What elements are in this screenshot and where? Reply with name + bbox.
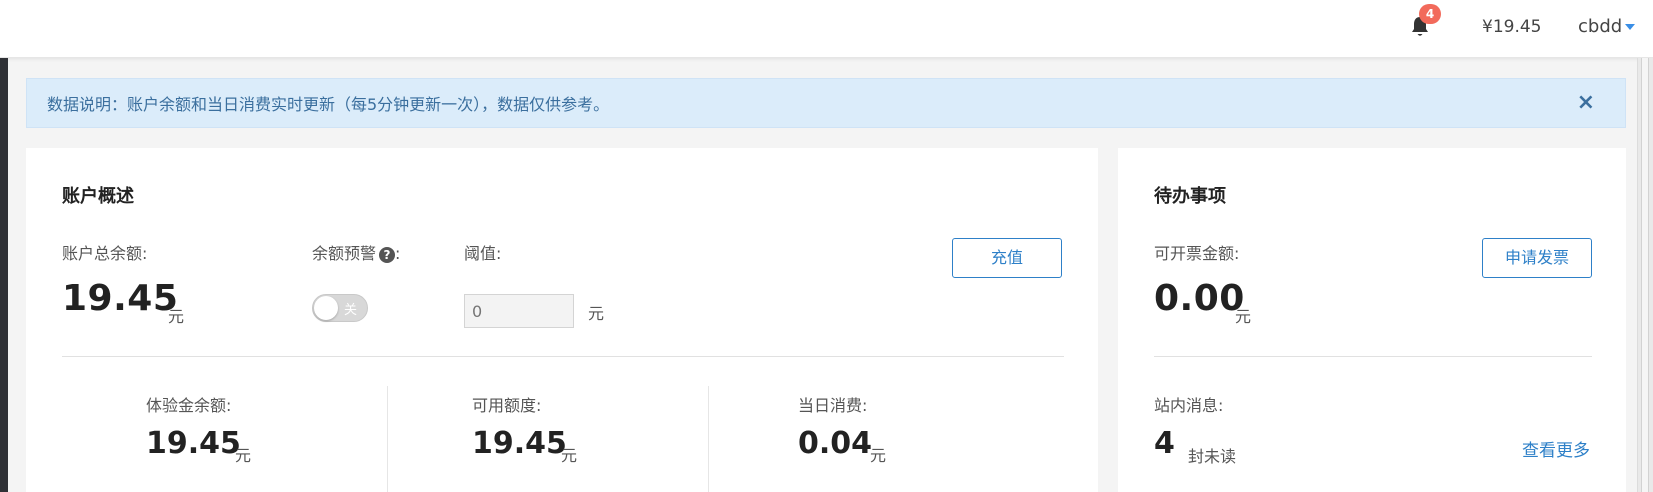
scrollbar-thumb[interactable]	[1641, 58, 1649, 492]
close-icon[interactable]: ×	[1577, 91, 1595, 115]
help-icon[interactable]: ?	[379, 246, 396, 263]
recharge-button[interactable]: 充值	[952, 238, 1062, 278]
toggle-knob	[314, 296, 338, 320]
threshold-label: 阈值:	[464, 244, 502, 263]
card-title: 待办事项	[1154, 186, 1226, 207]
alert-text: 数据说明：账户余额和当日消费实时更新（每5分钟更新一次），数据仅供参考。	[47, 95, 610, 114]
top-navbar: 4 ¥19.45 cbdd	[0, 0, 1653, 58]
caret-down-icon	[1625, 23, 1636, 30]
unread-count: 4	[1154, 426, 1175, 461]
todo-card: 待办事项 可开票金额: 0.00 元 申请发票 站内消息: 4 封未读 查看更多	[1118, 148, 1626, 492]
user-menu[interactable]: cbdd	[1578, 16, 1636, 37]
column-divider	[387, 386, 388, 492]
unit-label: 元	[1235, 307, 1252, 326]
invoice-amount-label: 可开票金额:	[1154, 244, 1240, 263]
unread-suffix: 封未读	[1188, 447, 1237, 466]
divider	[1154, 356, 1592, 357]
apply-invoice-button[interactable]: 申请发票	[1482, 238, 1592, 278]
column-divider	[708, 386, 709, 492]
unit-label: 元	[561, 446, 578, 465]
threshold-input[interactable]	[464, 294, 574, 328]
divider	[62, 356, 1064, 357]
header-balance: ¥19.45	[1482, 17, 1542, 37]
balance-alert-label: 余额预警?:	[312, 240, 400, 264]
username: cbdd	[1578, 16, 1623, 37]
messages-label: 站内消息:	[1154, 396, 1224, 415]
colon: :	[395, 244, 401, 263]
balance-alert-toggle[interactable]: 关	[312, 294, 368, 322]
scrollbar[interactable]	[1637, 58, 1653, 492]
unit-label: 元	[168, 307, 185, 326]
side-strip	[0, 58, 8, 492]
daily-spend-label: 当日消费:	[798, 396, 868, 415]
card-title: 账户概述	[62, 186, 134, 207]
trial-balance-label: 体验金余额:	[146, 396, 232, 415]
info-alert: 数据说明：账户余额和当日消费实时更新（每5分钟更新一次），数据仅供参考。 ×	[26, 78, 1626, 128]
unit-label: 元	[870, 446, 887, 465]
available-credit-label: 可用额度:	[472, 396, 542, 415]
balance-alert-text: 余额预警	[312, 244, 377, 263]
total-balance-value: 19.45	[62, 278, 179, 319]
invoice-amount-value: 0.00	[1154, 278, 1245, 319]
view-more-link[interactable]: 查看更多	[1522, 436, 1590, 461]
daily-spend-value: 0.04	[798, 426, 873, 461]
notification-badge[interactable]: 4	[1419, 4, 1441, 24]
available-credit-value: 19.45	[472, 426, 567, 461]
total-balance-label: 账户总余额:	[62, 244, 148, 263]
trial-balance-value: 19.45	[146, 426, 241, 461]
unit-label: 元	[235, 446, 252, 465]
account-overview-card: 账户概述 账户总余额: 19.45 元 余额预警?: 关 阈值: 元 充值 体验…	[26, 148, 1098, 492]
threshold-unit: 元	[588, 304, 605, 323]
toggle-state: 关	[344, 303, 358, 318]
